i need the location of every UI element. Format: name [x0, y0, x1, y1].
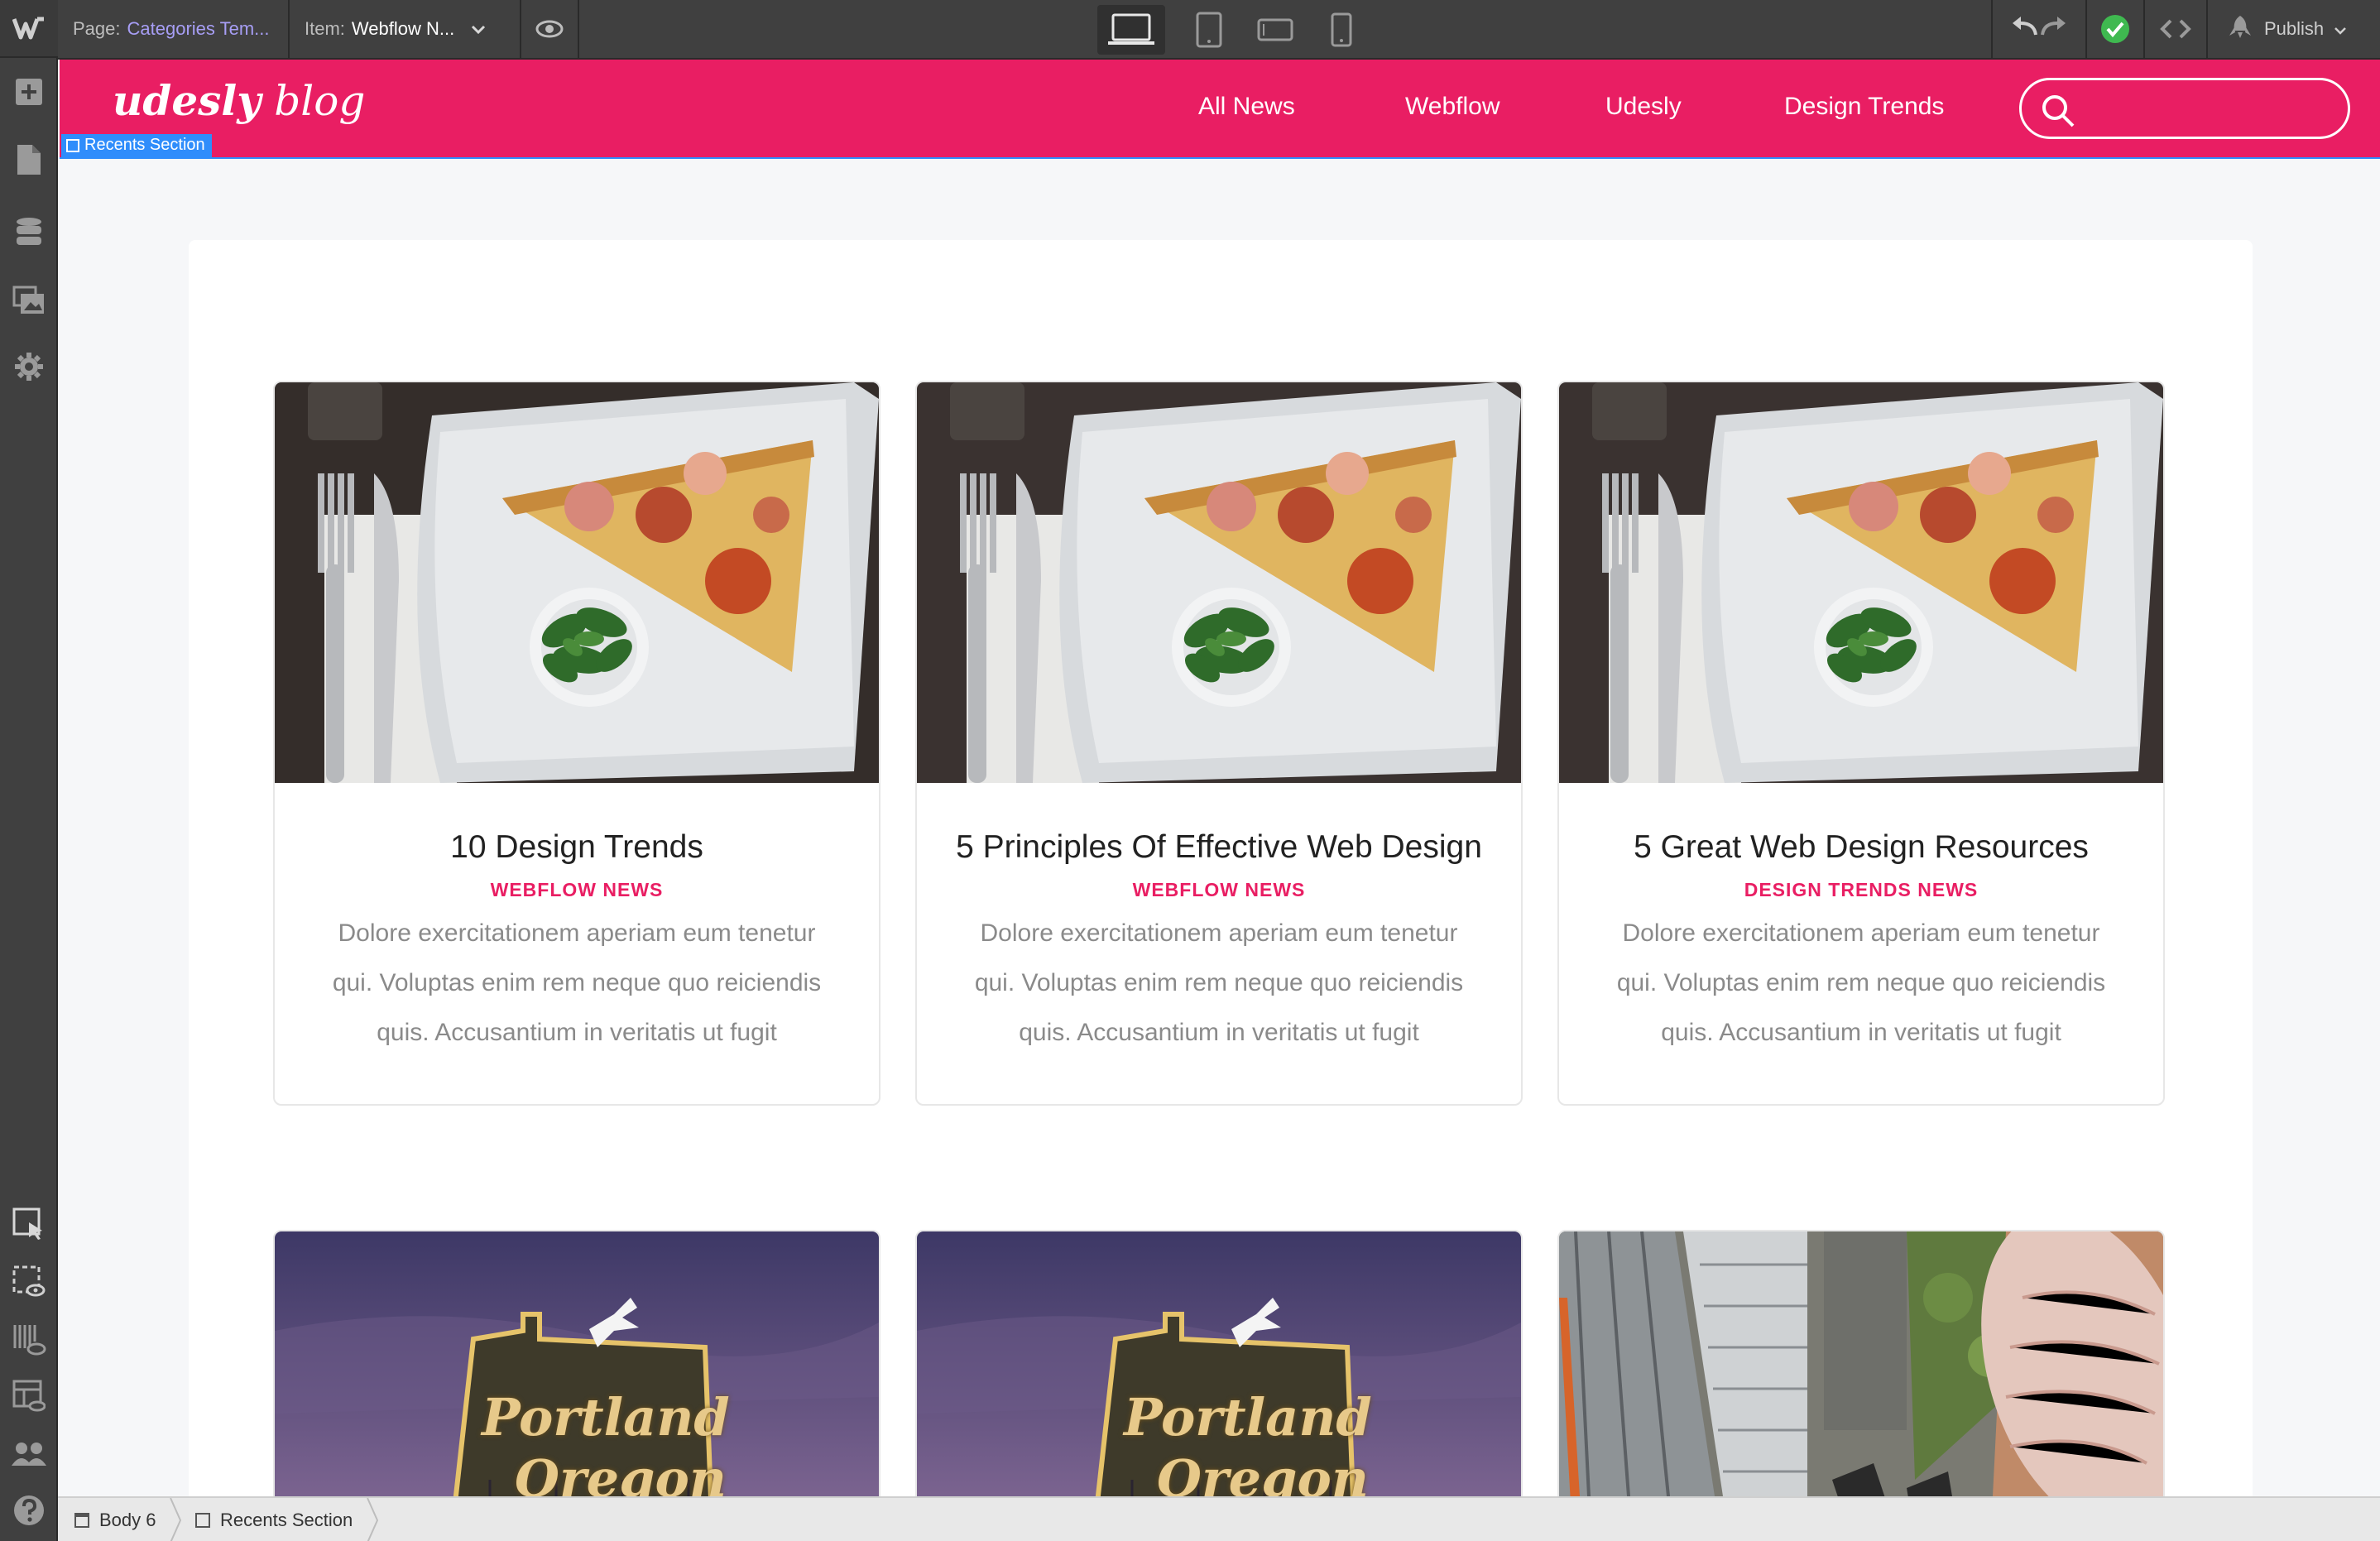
assets-icon[interactable]	[0, 271, 58, 329]
design-canvas[interactable]: udesly blog All News Webflow Udesly Desi…	[60, 60, 2380, 1496]
selection-tag-label: Recents Section	[84, 136, 205, 154]
breadcrumb-separator-icon	[167, 1497, 184, 1541]
post-card[interactable]	[1557, 1230, 2165, 1496]
cms-database-icon[interactable]	[0, 204, 58, 262]
breadcrumb-separator-icon	[364, 1497, 381, 1541]
search-input[interactable]	[2019, 78, 2350, 139]
chevron-down-icon	[2334, 18, 2347, 40]
post-category[interactable]: WEBFLOW NEWS	[275, 879, 879, 901]
portland-sign-image: Portland Oregon	[275, 1231, 879, 1496]
publish-label: Publish	[2264, 18, 2325, 39]
pizza-image	[1559, 382, 2163, 783]
page-selector[interactable]: Page: Categories Tem...	[58, 0, 290, 58]
post-category[interactable]: WEBFLOW NEWS	[917, 879, 1521, 901]
nav-link-webflow[interactable]: Webflow	[1405, 93, 1500, 121]
portland-sign-text: Portland	[1124, 1387, 1372, 1447]
mobile-landscape-view-icon[interactable]	[1246, 5, 1304, 55]
post-card[interactable]: 10 Design Trends WEBFLOW NEWS Dolore exe…	[273, 381, 881, 1106]
breadcrumb: Body 6 Recents Section	[58, 1496, 2380, 1541]
item-label: Item:	[305, 18, 345, 39]
portland-sign-image: Portland Oregon	[917, 1231, 1521, 1496]
save-status-check-icon[interactable]	[2087, 0, 2145, 58]
post-card[interactable]: 5 Principles Of Effective Web Design WEB…	[915, 381, 1523, 1106]
breadcrumb-item-recents-section[interactable]: Recents Section	[195, 1510, 353, 1531]
chevron-down-icon[interactable]	[471, 18, 486, 40]
breadcrumb-item-body[interactable]: Body 6	[74, 1510, 156, 1531]
oregon-sign-text: Oregon	[515, 1448, 727, 1496]
breadcrumb-label: Body 6	[99, 1510, 156, 1530]
post-card[interactable]: Portland Oregon	[915, 1230, 1523, 1496]
pages-icon[interactable]	[0, 131, 58, 189]
selection-tag[interactable]: Recents Section	[61, 134, 212, 157]
mobile-portrait-view-icon[interactable]	[1312, 5, 1370, 55]
settings-gear-icon[interactable]	[0, 338, 58, 396]
post-category[interactable]: DESIGN TRENDS NEWS	[1559, 879, 2163, 901]
redo-icon[interactable]	[2039, 15, 2067, 43]
breadcrumb-label: Recents Section	[220, 1510, 353, 1530]
section-square-icon	[66, 139, 79, 152]
code-export-icon[interactable]	[2145, 0, 2208, 58]
portland-sign-text: Portland	[482, 1387, 730, 1447]
selector-tool-icon[interactable]	[0, 1195, 58, 1253]
page-label: Page:	[73, 18, 121, 39]
post-excerpt: Dolore exercitationem aperiam eum tenetu…	[974, 919, 1464, 1046]
selection-outline	[60, 157, 2380, 159]
pizza-image	[275, 382, 879, 783]
x-ray-icon[interactable]	[0, 1311, 58, 1369]
post-title[interactable]: 5 Great Web Design Resources	[1559, 829, 2163, 866]
site-logo[interactable]: udesly blog	[113, 76, 365, 125]
post-card[interactable]: 5 Great Web Design Resources DESIGN TREN…	[1557, 381, 2165, 1106]
preview-eye-icon[interactable]	[521, 0, 579, 58]
preview-boxes-icon[interactable]	[0, 1253, 58, 1311]
rocket-icon	[2228, 14, 2253, 44]
publish-button[interactable]: Publish	[2208, 0, 2380, 58]
webflow-logo-icon[interactable]	[0, 0, 58, 58]
add-element-icon[interactable]	[0, 63, 58, 121]
section-square-icon	[195, 1513, 210, 1528]
item-selector[interactable]: Item: Webflow N...	[290, 0, 521, 58]
city-aerial-image	[1559, 1231, 2163, 1496]
oregon-sign-text: Oregon	[1157, 1448, 1369, 1496]
post-card[interactable]: Portland Oregon	[273, 1230, 881, 1496]
post-title[interactable]: 5 Principles Of Effective Web Design	[917, 829, 1521, 866]
page-name[interactable]: Categories Tem...	[127, 18, 270, 40]
logo-light-text: blog	[274, 77, 366, 125]
desktop-view-icon[interactable]	[1097, 5, 1165, 55]
post-title[interactable]: 10 Design Trends	[275, 829, 879, 866]
left-sidebar	[0, 0, 58, 1541]
collaborators-icon[interactable]	[0, 1425, 58, 1483]
pizza-image	[917, 382, 1521, 783]
body-element-icon	[74, 1513, 89, 1528]
tablet-view-icon[interactable]	[1180, 5, 1238, 55]
post-excerpt: Dolore exercitationem aperiam eum tenetu…	[332, 919, 822, 1046]
nav-link-all-news[interactable]: All News	[1198, 93, 1295, 121]
designer-toolbar: Page: Categories Tem... Item: Webflow N.…	[58, 0, 2380, 60]
undo-redo	[1991, 0, 2087, 58]
post-excerpt: Dolore exercitationem aperiam eum tenetu…	[1616, 919, 2106, 1046]
navigator-icon[interactable]	[0, 1367, 58, 1425]
undo-icon[interactable]	[2011, 15, 2039, 43]
item-name[interactable]: Webflow N...	[352, 18, 454, 40]
nav-link-udesly[interactable]: Udesly	[1605, 93, 1682, 121]
help-icon[interactable]	[0, 1481, 58, 1539]
site-navbar: udesly blog All News Webflow Udesly Desi…	[60, 60, 2380, 157]
search-icon	[2042, 95, 2075, 127]
logo-bold-text: udesly	[113, 76, 262, 125]
nav-link-design-trends[interactable]: Design Trends	[1784, 93, 1944, 121]
